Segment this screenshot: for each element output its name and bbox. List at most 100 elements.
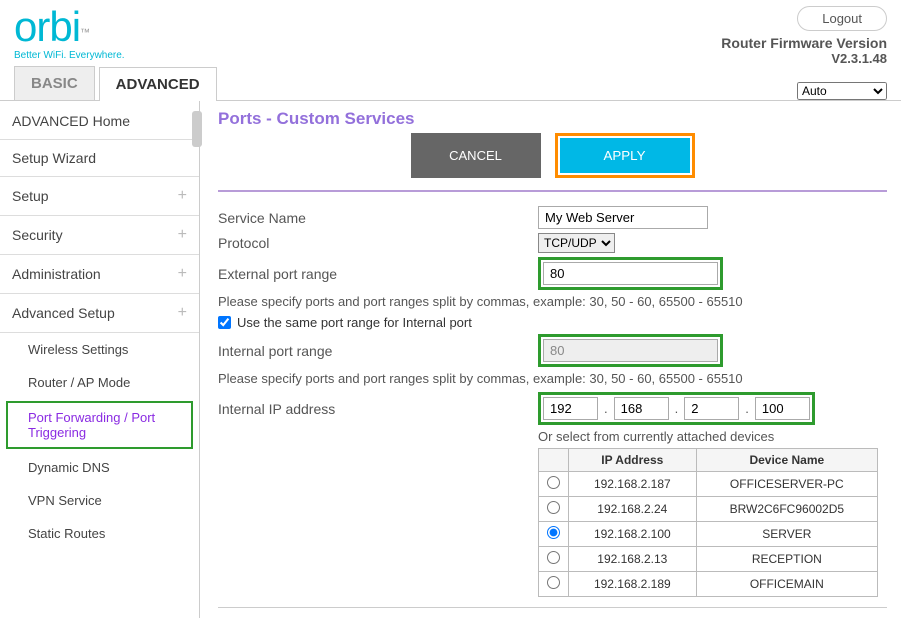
device-radio[interactable] bbox=[547, 551, 560, 564]
cell-ip: 192.168.2.187 bbox=[569, 472, 697, 497]
table-row: 192.168.2.24 BRW2C6FC96002D5 bbox=[539, 497, 878, 522]
language-select-wrap: Auto bbox=[797, 82, 887, 100]
row-service-name: Service Name bbox=[218, 206, 887, 229]
content: Ports - Custom Services CANCEL APPLY Ser… bbox=[200, 101, 901, 618]
table-header-row: IP Address Device Name bbox=[539, 449, 878, 472]
ip-octet-1[interactable] bbox=[543, 397, 598, 420]
firmware-label: Router Firmware Version bbox=[721, 35, 887, 51]
row-internal-port: Internal port range bbox=[218, 334, 887, 367]
sidebar-item-setup[interactable]: Setup + bbox=[0, 177, 199, 216]
divider-bottom bbox=[218, 607, 887, 608]
dot-icon: . bbox=[745, 401, 749, 416]
internal-ip-highlight: . . . bbox=[538, 392, 815, 425]
device-radio[interactable] bbox=[547, 501, 560, 514]
header-device-name: Device Name bbox=[696, 449, 877, 472]
ip-octet-2[interactable] bbox=[614, 397, 669, 420]
hint-external: Please specify ports and port ranges spl… bbox=[218, 294, 887, 309]
table-row: 192.168.2.100 SERVER bbox=[539, 522, 878, 547]
logo-tagline: Better WiFi. Everywhere. bbox=[14, 50, 125, 61]
ip-octet-4[interactable] bbox=[755, 397, 810, 420]
device-radio[interactable] bbox=[547, 526, 560, 539]
plus-icon: + bbox=[178, 187, 187, 205]
internal-port-highlight bbox=[538, 334, 723, 367]
sidebar-item-security[interactable]: Security + bbox=[0, 216, 199, 255]
sidebar-item-label: Security bbox=[12, 227, 63, 243]
sidebar-sub-dynamic-dns[interactable]: Dynamic DNS bbox=[0, 451, 199, 484]
cell-name: OFFICESERVER-PC bbox=[696, 472, 877, 497]
sidebar-item-label: Setup bbox=[12, 188, 49, 204]
label-internal-ip: Internal IP address bbox=[218, 401, 538, 417]
header-radio bbox=[539, 449, 569, 472]
sidebar: ADVANCED Home Setup Wizard Setup + Securi… bbox=[0, 101, 200, 618]
external-port-input[interactable] bbox=[543, 262, 718, 285]
cancel-button[interactable]: CANCEL bbox=[411, 133, 541, 178]
plus-icon: + bbox=[178, 226, 187, 244]
scrollbar[interactable] bbox=[192, 101, 204, 618]
row-external-port: External port range bbox=[218, 257, 887, 290]
sidebar-sub-router-ap-mode[interactable]: Router / AP Mode bbox=[0, 366, 199, 399]
dot-icon: . bbox=[675, 401, 679, 416]
service-name-input[interactable] bbox=[538, 206, 708, 229]
tab-basic[interactable]: BASIC bbox=[14, 66, 95, 100]
sidebar-sub-static-routes[interactable]: Static Routes bbox=[0, 517, 199, 550]
row-internal-ip: Internal IP address . . . bbox=[218, 392, 887, 425]
sidebar-sub-wireless-settings[interactable]: Wireless Settings bbox=[0, 333, 199, 366]
internal-port-input bbox=[543, 339, 718, 362]
plus-icon: + bbox=[178, 265, 187, 283]
sidebar-item-label: Setup Wizard bbox=[12, 150, 96, 166]
table-row: 192.168.2.13 RECEPTION bbox=[539, 547, 878, 572]
dot-icon: . bbox=[604, 401, 608, 416]
table-row: 192.168.2.187 OFFICESERVER-PC bbox=[539, 472, 878, 497]
divider bbox=[218, 190, 887, 192]
cell-name: SERVER bbox=[696, 522, 877, 547]
cell-name: BRW2C6FC96002D5 bbox=[696, 497, 877, 522]
cell-name: RECEPTION bbox=[696, 547, 877, 572]
tabs-row: BASIC ADVANCED Auto bbox=[0, 66, 901, 101]
sidebar-item-setup-wizard[interactable]: Setup Wizard bbox=[0, 140, 199, 177]
sidebar-item-advanced-setup[interactable]: Advanced Setup + bbox=[0, 294, 199, 333]
sidebar-item-administration[interactable]: Administration + bbox=[0, 255, 199, 294]
sidebar-sub-port-forwarding[interactable]: Port Forwarding / Port Triggering bbox=[6, 401, 193, 449]
sidebar-item-label: Advanced Setup bbox=[12, 305, 115, 321]
apply-highlight: APPLY bbox=[555, 133, 695, 178]
language-select[interactable]: Auto bbox=[797, 82, 887, 100]
devices-table: IP Address Device Name 192.168.2.187 OFF… bbox=[538, 448, 878, 597]
scrollbar-thumb[interactable] bbox=[192, 111, 202, 147]
row-protocol: Protocol TCP/UDP bbox=[218, 233, 887, 253]
logo-text: orbi bbox=[14, 3, 80, 50]
sidebar-item-label: Administration bbox=[12, 266, 101, 282]
cell-ip: 192.168.2.189 bbox=[569, 572, 697, 597]
header-right: Logout Router Firmware Version V2.3.1.48 bbox=[721, 6, 887, 66]
firmware-version: V2.3.1.48 bbox=[721, 51, 887, 66]
tab-advanced[interactable]: ADVANCED bbox=[99, 67, 217, 101]
logo-tm: ™ bbox=[80, 28, 90, 39]
device-radio[interactable] bbox=[547, 476, 560, 489]
button-row: CANCEL APPLY bbox=[218, 133, 887, 178]
label-same-port: Use the same port range for Internal por… bbox=[237, 315, 472, 330]
logo: orbi™ Better WiFi. Everywhere. bbox=[14, 6, 125, 61]
sidebar-sub-vpn-service[interactable]: VPN Service bbox=[0, 484, 199, 517]
page-title: Ports - Custom Services bbox=[218, 109, 887, 129]
main: ADVANCED Home Setup Wizard Setup + Securi… bbox=[0, 101, 901, 618]
hint-internal: Please specify ports and port ranges spl… bbox=[218, 371, 887, 386]
sidebar-item-advanced-home[interactable]: ADVANCED Home bbox=[0, 103, 199, 140]
sidebar-item-label: ADVANCED Home bbox=[12, 113, 130, 129]
ip-octet-3[interactable] bbox=[684, 397, 739, 420]
label-protocol: Protocol bbox=[218, 235, 538, 251]
device-radio[interactable] bbox=[547, 576, 560, 589]
plus-icon: + bbox=[178, 304, 187, 322]
logout-button[interactable]: Logout bbox=[797, 6, 887, 31]
label-external-port: External port range bbox=[218, 266, 538, 282]
apply-button[interactable]: APPLY bbox=[560, 138, 690, 173]
label-service-name: Service Name bbox=[218, 210, 538, 226]
same-port-checkbox[interactable] bbox=[218, 316, 231, 329]
cell-ip: 192.168.2.13 bbox=[569, 547, 697, 572]
cell-name: OFFICEMAIN bbox=[696, 572, 877, 597]
protocol-select[interactable]: TCP/UDP bbox=[538, 233, 615, 253]
devices-tbody: 192.168.2.187 OFFICESERVER-PC 192.168.2.… bbox=[539, 472, 878, 597]
header-ip: IP Address bbox=[569, 449, 697, 472]
cell-ip: 192.168.2.24 bbox=[569, 497, 697, 522]
label-internal-port: Internal port range bbox=[218, 343, 538, 359]
header: orbi™ Better WiFi. Everywhere. Logout Ro… bbox=[0, 0, 901, 66]
cell-ip: 192.168.2.100 bbox=[569, 522, 697, 547]
